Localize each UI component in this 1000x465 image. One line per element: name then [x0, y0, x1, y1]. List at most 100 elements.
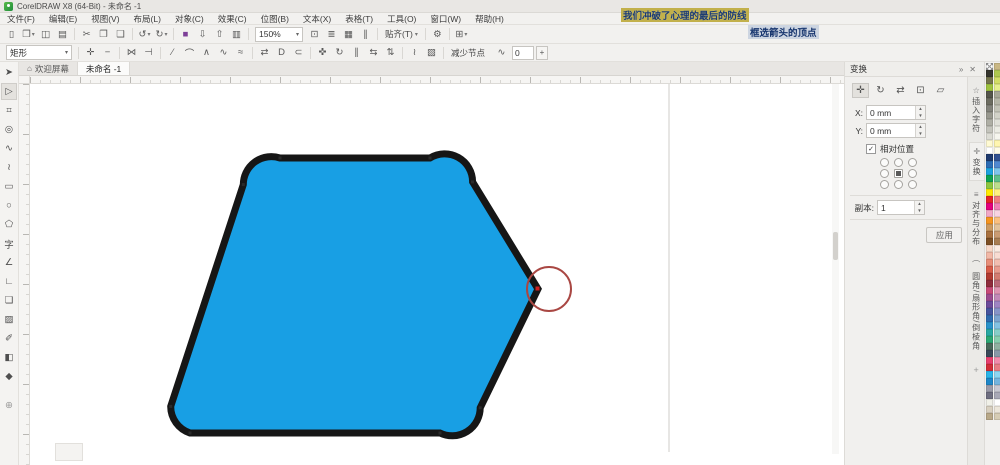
show-rulers-button[interactable]: ≣: [323, 27, 340, 41]
color-swatch[interactable]: [994, 350, 1000, 357]
color-swatch[interactable]: [994, 308, 1000, 315]
zoom-level-combo[interactable]: 150%: [255, 26, 303, 42]
redo-button[interactable]: ↻: [153, 27, 170, 41]
menu-item[interactable]: 编辑(E): [42, 13, 84, 25]
anchor-point-option[interactable]: [894, 169, 903, 178]
color-swatch[interactable]: [986, 413, 993, 420]
color-swatch[interactable]: [994, 329, 1000, 336]
color-swatch[interactable]: [986, 175, 993, 182]
color-swatch[interactable]: [994, 189, 1000, 196]
add-tools-button[interactable]: ⊕: [1, 397, 17, 414]
convert-to-curve-button[interactable]: ⌒: [181, 46, 198, 60]
color-swatch[interactable]: [994, 322, 1000, 329]
copies-input[interactable]: 1 ▲ ▼: [877, 200, 925, 215]
color-swatch[interactable]: [994, 84, 1000, 91]
menu-item[interactable]: 视图(V): [84, 13, 126, 25]
transform-position-button[interactable]: ✛: [852, 83, 869, 98]
application-launcher-button[interactable]: ⊞: [453, 27, 470, 41]
color-swatch[interactable]: [986, 378, 993, 385]
color-swatch[interactable]: [986, 364, 993, 371]
menu-item[interactable]: 窗口(W): [423, 13, 468, 25]
color-swatch[interactable]: [994, 140, 1000, 147]
save-button[interactable]: ◫: [37, 27, 54, 41]
search-content-button[interactable]: ■: [177, 27, 194, 41]
color-swatch[interactable]: [986, 287, 993, 294]
reflect-vertical-button[interactable]: ⇅: [382, 46, 399, 60]
options-button[interactable]: ⚙: [429, 27, 446, 41]
menu-item[interactable]: 对象(C): [168, 13, 211, 25]
anchor-point-option[interactable]: [880, 158, 889, 167]
drop-shadow-tool[interactable]: ❏: [1, 292, 17, 309]
paste-button[interactable]: ❑: [112, 27, 129, 41]
copies-spinner[interactable]: ▲ ▼: [914, 201, 924, 214]
vertical-ruler[interactable]: [19, 84, 30, 465]
color-swatch[interactable]: [994, 161, 1000, 168]
break-curve-button[interactable]: ⊣: [140, 46, 157, 60]
color-swatch[interactable]: [986, 294, 993, 301]
relative-position-checkbox[interactable]: ✓: [866, 144, 876, 154]
transform-scale-mirror-button[interactable]: ⇄: [892, 83, 909, 98]
color-swatch[interactable]: [994, 154, 1000, 161]
docker-close-button[interactable]: ✕: [966, 65, 979, 74]
reduce-nodes-button[interactable]: 减少节点: [447, 46, 489, 60]
color-swatch[interactable]: [986, 210, 993, 217]
polygon-tool[interactable]: ⬠: [1, 216, 17, 233]
color-swatch[interactable]: [994, 406, 1000, 413]
drawing-canvas[interactable]: [30, 84, 844, 465]
color-swatch[interactable]: [986, 343, 993, 350]
color-swatch[interactable]: [994, 98, 1000, 105]
color-swatch[interactable]: [994, 252, 1000, 259]
delete-node-button[interactable]: −: [99, 46, 116, 60]
color-swatch[interactable]: [994, 217, 1000, 224]
color-swatch[interactable]: [994, 91, 1000, 98]
color-swatch[interactable]: [994, 133, 1000, 140]
color-swatch[interactable]: [986, 322, 993, 329]
join-nodes-button[interactable]: ⋈: [123, 46, 140, 60]
color-swatch[interactable]: [986, 189, 993, 196]
close-curve-button[interactable]: D: [273, 46, 290, 60]
anchor-point-option[interactable]: [894, 180, 903, 189]
color-swatch[interactable]: [994, 147, 1000, 154]
dimension-tool[interactable]: ∠: [1, 254, 17, 271]
color-swatch[interactable]: [986, 392, 993, 399]
snap-to-button[interactable]: 贴齐(T): [381, 27, 422, 41]
color-swatch[interactable]: [994, 294, 1000, 301]
import-button[interactable]: ⇩: [194, 27, 211, 41]
color-swatch[interactable]: [986, 147, 993, 154]
color-swatch[interactable]: [986, 105, 993, 112]
color-swatch[interactable]: [994, 231, 1000, 238]
color-swatch[interactable]: [986, 350, 993, 357]
color-swatch[interactable]: [994, 273, 1000, 280]
color-swatch[interactable]: [994, 196, 1000, 203]
selected-node[interactable]: [535, 286, 540, 291]
publish-pdf-button[interactable]: ▥: [228, 27, 245, 41]
color-swatch[interactable]: [986, 280, 993, 287]
print-button[interactable]: ▤: [54, 27, 71, 41]
curve-smoothness-input[interactable]: 0: [512, 45, 535, 60]
docker-collapse-button[interactable]: »: [956, 65, 966, 74]
crop-tool[interactable]: ⌗: [1, 102, 17, 119]
color-swatch[interactable]: [994, 168, 1000, 175]
color-swatch[interactable]: [994, 224, 1000, 231]
anchor-point-option[interactable]: [908, 169, 917, 178]
color-swatch[interactable]: [986, 63, 993, 70]
open-button[interactable]: ❒: [20, 27, 37, 41]
color-swatch[interactable]: [986, 126, 993, 133]
cut-button[interactable]: ✂: [78, 27, 95, 41]
color-swatch[interactable]: [986, 371, 993, 378]
elastic-mode-button[interactable]: ≀: [406, 46, 423, 60]
transform-skew-button[interactable]: ▱: [932, 83, 949, 98]
color-swatch[interactable]: [986, 196, 993, 203]
color-swatch[interactable]: [994, 315, 1000, 322]
apply-button[interactable]: 应用: [926, 227, 963, 243]
new-document-button[interactable]: ▯: [3, 27, 20, 41]
color-swatch[interactable]: [994, 105, 1000, 112]
color-swatch[interactable]: [986, 308, 993, 315]
color-swatch[interactable]: [986, 84, 993, 91]
shape-tool[interactable]: ▷: [1, 83, 17, 100]
color-swatch[interactable]: [994, 119, 1000, 126]
full-screen-preview-button[interactable]: ⊡: [306, 27, 323, 41]
color-swatch[interactable]: [994, 371, 1000, 378]
show-guidelines-button[interactable]: ∥: [357, 27, 374, 41]
interactive-fill-tool[interactable]: ◧: [1, 349, 17, 366]
